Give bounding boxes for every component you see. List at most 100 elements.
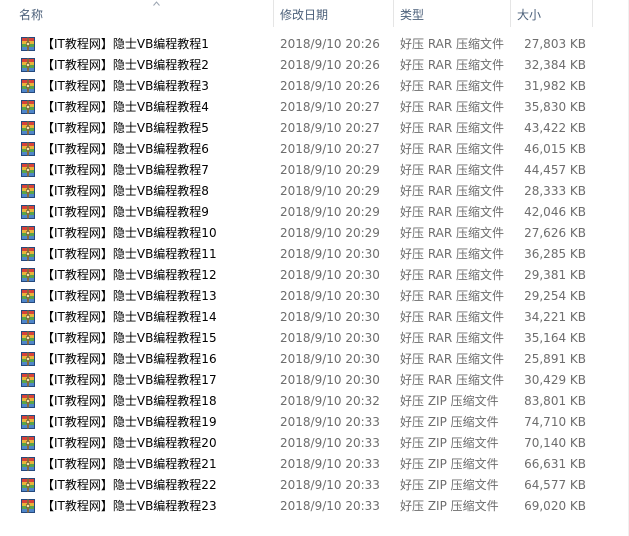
archive-file-icon bbox=[21, 184, 35, 198]
file-type: 好压 RAR 压缩文件 bbox=[400, 310, 505, 324]
file-type: 好压 RAR 压缩文件 bbox=[400, 352, 505, 366]
file-row[interactable]: 【IT教程网】隐士VB编程教程5 2018/9/10 20:27 好压 RAR 压缩… bbox=[0, 117, 629, 138]
file-name: 【IT教程网】隐士VB编程教程15 bbox=[42, 331, 217, 345]
file-type: 好压 ZIP 压缩文件 bbox=[400, 457, 499, 471]
file-size: 25,891 KB bbox=[524, 352, 586, 366]
file-size: 44,457 KB bbox=[524, 163, 586, 177]
file-size: 35,830 KB bbox=[524, 100, 586, 114]
file-type: 好压 RAR 压缩文件 bbox=[400, 163, 505, 177]
file-type: 好压 RAR 压缩文件 bbox=[400, 142, 505, 156]
archive-file-icon bbox=[21, 268, 35, 282]
file-name: 【IT教程网】隐士VB编程教程6 bbox=[42, 142, 209, 156]
file-name: 【IT教程网】隐士VB编程教程2 bbox=[42, 58, 209, 72]
file-row[interactable]: 【IT教程网】隐士VB编程教程7 2018/9/10 20:29 好压 RAR 压缩… bbox=[0, 159, 629, 180]
file-row[interactable]: 【IT教程网】隐士VB编程教程16 2018/9/10 20:30 好压 RAR 压… bbox=[0, 348, 629, 369]
file-modified-date: 2018/9/10 20:29 bbox=[280, 205, 380, 219]
file-type: 好压 RAR 压缩文件 bbox=[400, 289, 505, 303]
file-size: 42,046 KB bbox=[524, 205, 586, 219]
file-type: 好压 RAR 压缩文件 bbox=[400, 205, 505, 219]
file-row[interactable]: 【IT教程网】隐士VB编程教程4 2018/9/10 20:27 好压 RAR 压缩… bbox=[0, 96, 629, 117]
file-modified-date: 2018/9/10 20:27 bbox=[280, 100, 380, 114]
column-header-type-label: 类型 bbox=[400, 8, 425, 22]
file-name: 【IT教程网】隐士VB编程教程14 bbox=[42, 310, 217, 324]
file-type: 好压 RAR 压缩文件 bbox=[400, 79, 505, 93]
file-size: 27,626 KB bbox=[524, 226, 586, 240]
file-size: 70,140 KB bbox=[524, 436, 586, 450]
file-size: 30,429 KB bbox=[524, 373, 586, 387]
file-name: 【IT教程网】隐士VB编程教程13 bbox=[42, 289, 217, 303]
file-modified-date: 2018/9/10 20:33 bbox=[280, 499, 380, 513]
archive-file-icon bbox=[21, 121, 35, 135]
file-type: 好压 RAR 压缩文件 bbox=[400, 100, 505, 114]
file-row[interactable]: 【IT教程网】隐士VB编程教程9 2018/9/10 20:29 好压 RAR 压缩… bbox=[0, 201, 629, 222]
file-type: 好压 RAR 压缩文件 bbox=[400, 373, 505, 387]
file-type: 好压 RAR 压缩文件 bbox=[400, 226, 505, 240]
file-row[interactable]: 【IT教程网】隐士VB编程教程3 2018/9/10 20:26 好压 RAR 压缩… bbox=[0, 75, 629, 96]
file-size: 46,015 KB bbox=[524, 142, 586, 156]
file-row[interactable]: 【IT教程网】隐士VB编程教程21 2018/9/10 20:33 好压 ZIP 压… bbox=[0, 453, 629, 474]
file-size: 27,803 KB bbox=[524, 37, 586, 51]
file-size: 28,333 KB bbox=[524, 184, 586, 198]
file-type: 好压 RAR 压缩文件 bbox=[400, 247, 505, 261]
file-row[interactable]: 【IT教程网】隐士VB编程教程10 2018/9/10 20:29 好压 RAR 压… bbox=[0, 222, 629, 243]
file-type: 好压 ZIP 压缩文件 bbox=[400, 415, 499, 429]
column-header-date-label: 修改日期 bbox=[280, 8, 329, 22]
archive-file-icon bbox=[21, 226, 35, 240]
file-size: 29,381 KB bbox=[524, 268, 586, 282]
file-row[interactable]: 【IT教程网】隐士VB编程教程8 2018/9/10 20:29 好压 RAR 压缩… bbox=[0, 180, 629, 201]
column-header-bar: 名称 修改日期 类型 大小 bbox=[0, 0, 629, 27]
file-size: 43,422 KB bbox=[524, 121, 586, 135]
file-size: 34,221 KB bbox=[524, 310, 586, 324]
file-row[interactable]: 【IT教程网】隐士VB编程教程13 2018/9/10 20:30 好压 RAR 压… bbox=[0, 285, 629, 306]
file-name: 【IT教程网】隐士VB编程教程23 bbox=[42, 499, 217, 513]
archive-file-icon bbox=[21, 310, 35, 324]
file-modified-date: 2018/9/10 20:27 bbox=[280, 121, 380, 135]
file-row[interactable]: 【IT教程网】隐士VB编程教程15 2018/9/10 20:30 好压 RAR 压… bbox=[0, 327, 629, 348]
file-row[interactable]: 【IT教程网】隐士VB编程教程19 2018/9/10 20:33 好压 ZIP 压… bbox=[0, 411, 629, 432]
file-row[interactable]: 【IT教程网】隐士VB编程教程22 2018/9/10 20:33 好压 ZIP 压… bbox=[0, 474, 629, 495]
file-type: 好压 RAR 压缩文件 bbox=[400, 268, 505, 282]
file-type: 好压 RAR 压缩文件 bbox=[400, 37, 505, 51]
archive-file-icon bbox=[21, 499, 35, 513]
file-modified-date: 2018/9/10 20:30 bbox=[280, 373, 380, 387]
column-header-name[interactable]: 名称 bbox=[13, 0, 274, 27]
file-modified-date: 2018/9/10 20:29 bbox=[280, 163, 380, 177]
file-row[interactable]: 【IT教程网】隐士VB编程教程17 2018/9/10 20:30 好压 RAR 压… bbox=[0, 369, 629, 390]
file-name: 【IT教程网】隐士VB编程教程22 bbox=[42, 478, 217, 492]
file-type: 好压 RAR 压缩文件 bbox=[400, 58, 505, 72]
file-name: 【IT教程网】隐士VB编程教程17 bbox=[42, 373, 217, 387]
archive-file-icon bbox=[21, 247, 35, 261]
file-row[interactable]: 【IT教程网】隐士VB编程教程23 2018/9/10 20:33 好压 ZIP 压… bbox=[0, 495, 629, 516]
archive-file-icon bbox=[21, 394, 35, 408]
file-size: 29,254 KB bbox=[524, 289, 586, 303]
column-header-size[interactable]: 大小 bbox=[511, 0, 593, 27]
file-row[interactable]: 【IT教程网】隐士VB编程教程1 2018/9/10 20:26 好压 RAR 压缩… bbox=[0, 33, 629, 54]
file-row[interactable]: 【IT教程网】隐士VB编程教程12 2018/9/10 20:30 好压 RAR 压… bbox=[0, 264, 629, 285]
file-type: 好压 RAR 压缩文件 bbox=[400, 184, 505, 198]
file-type: 好压 ZIP 压缩文件 bbox=[400, 499, 499, 513]
file-modified-date: 2018/9/10 20:30 bbox=[280, 268, 380, 282]
file-size: 66,631 KB bbox=[524, 457, 586, 471]
column-header-name-label: 名称 bbox=[19, 8, 44, 22]
file-type: 好压 ZIP 压缩文件 bbox=[400, 394, 499, 408]
file-modified-date: 2018/9/10 20:33 bbox=[280, 436, 380, 450]
file-modified-date: 2018/9/10 20:29 bbox=[280, 226, 380, 240]
file-modified-date: 2018/9/10 20:33 bbox=[280, 457, 380, 471]
file-modified-date: 2018/9/10 20:26 bbox=[280, 79, 380, 93]
file-name: 【IT教程网】隐士VB编程教程10 bbox=[42, 226, 217, 240]
file-size: 69,020 KB bbox=[524, 499, 586, 513]
file-modified-date: 2018/9/10 20:27 bbox=[280, 142, 380, 156]
file-row[interactable]: 【IT教程网】隐士VB编程教程11 2018/9/10 20:30 好压 RAR 压… bbox=[0, 243, 629, 264]
file-size: 36,285 KB bbox=[524, 247, 586, 261]
file-row[interactable]: 【IT教程网】隐士VB编程教程14 2018/9/10 20:30 好压 RAR 压… bbox=[0, 306, 629, 327]
column-header-date[interactable]: 修改日期 bbox=[274, 0, 394, 27]
file-row[interactable]: 【IT教程网】隐士VB编程教程18 2018/9/10 20:32 好压 ZIP 压… bbox=[0, 390, 629, 411]
file-row[interactable]: 【IT教程网】隐士VB编程教程6 2018/9/10 20:27 好压 RAR 压缩… bbox=[0, 138, 629, 159]
archive-file-icon bbox=[21, 58, 35, 72]
file-list: 【IT教程网】隐士VB编程教程1 2018/9/10 20:26 好压 RAR 压缩… bbox=[0, 33, 629, 516]
file-name: 【IT教程网】隐士VB编程教程12 bbox=[42, 268, 217, 282]
file-name: 【IT教程网】隐士VB编程教程11 bbox=[42, 247, 217, 261]
column-header-type[interactable]: 类型 bbox=[394, 0, 511, 27]
file-row[interactable]: 【IT教程网】隐士VB编程教程2 2018/9/10 20:26 好压 RAR 压缩… bbox=[0, 54, 629, 75]
file-row[interactable]: 【IT教程网】隐士VB编程教程20 2018/9/10 20:33 好压 ZIP 压… bbox=[0, 432, 629, 453]
